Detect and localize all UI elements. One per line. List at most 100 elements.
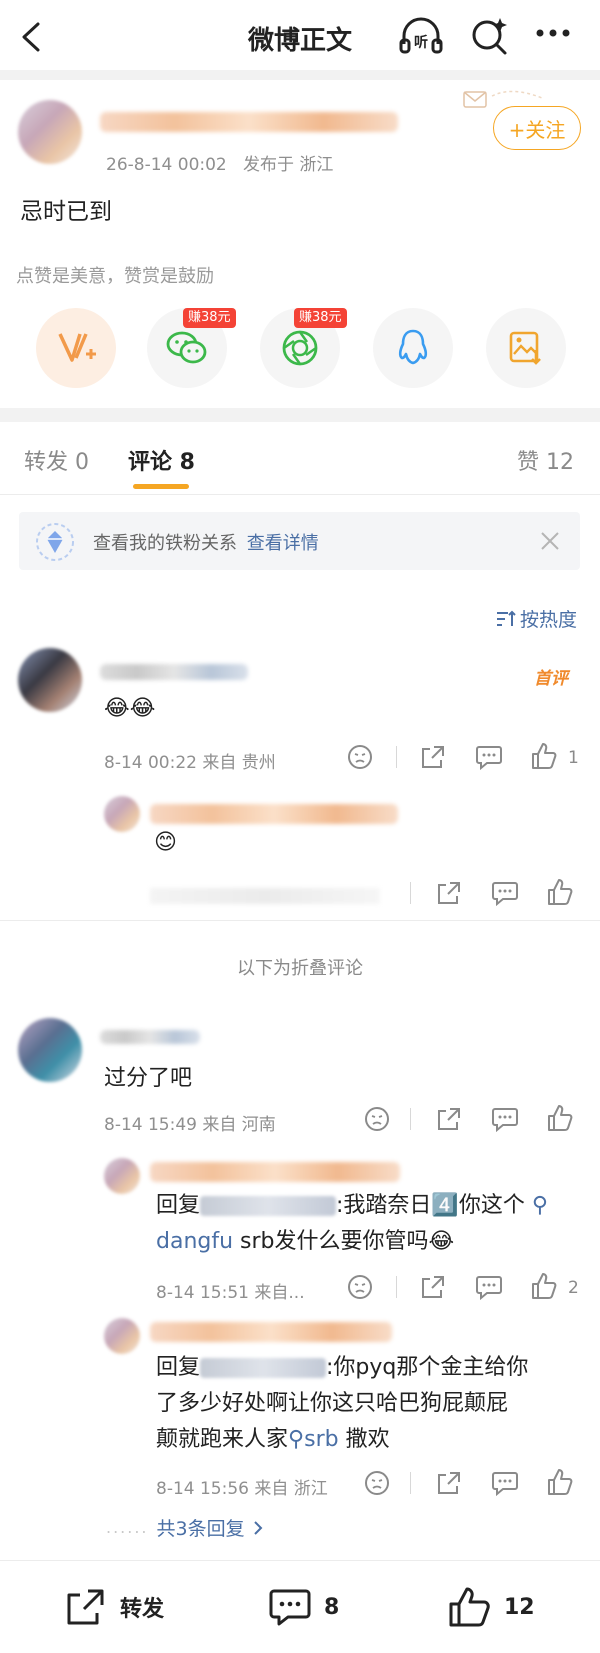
reply-bubble-icon[interactable] [491, 1106, 519, 1132]
section-divider [0, 408, 600, 422]
like-count: 1 [568, 748, 579, 768]
chevron-right-icon [253, 1520, 263, 1536]
like-thumb-icon[interactable] [547, 1468, 573, 1496]
author-avatar[interactable] [18, 100, 82, 164]
dislike-face-icon[interactable] [347, 1274, 373, 1300]
reply1-meta: 8-14 15:51 来自... [156, 1283, 305, 1303]
reply-text: 😊 [154, 830, 177, 855]
folded-commenter-avatar[interactable] [18, 1018, 82, 1082]
reply2-line2: 了多少好处啊让你这只哈巴狗屁颠屁 [156, 1391, 509, 1416]
reply2-line1-rest: :你pyq那个金主给你 [326, 1355, 529, 1380]
reply1-line2-rest: srb发什么要你管吗😂 [233, 1229, 455, 1254]
like-count-bottom: 12 [504, 1594, 535, 1620]
reply-avatar[interactable] [104, 796, 140, 832]
reply2-line3-post: 撒欢 [338, 1427, 390, 1452]
folded-comment-meta: 8-14 15:49 来自 河南 [104, 1115, 276, 1135]
first-comment-badge: 首评 [534, 669, 568, 689]
save-image-icon [508, 330, 544, 366]
moments-shutter-icon [281, 329, 319, 367]
reply1-avatar[interactable] [104, 1158, 140, 1194]
post-timestamp: 26-8-14 00:02 [106, 155, 227, 175]
tab-comments[interactable]: 评论 8 [128, 444, 195, 476]
repost-share-icon [64, 1587, 108, 1627]
tab-repost[interactable]: 转发 0 [24, 444, 89, 476]
search-sparkle-icon[interactable] [470, 16, 510, 56]
dislike-face-icon[interactable] [364, 1470, 390, 1496]
tab-likes[interactable]: 赞 12 [517, 444, 574, 476]
reply-name-blurred[interactable] [150, 804, 398, 824]
post-meta: 26-8-14 00:02 发布于 浙江 [106, 150, 333, 175]
tabs-divider [0, 494, 600, 495]
like-thumb-icon[interactable] [547, 1104, 573, 1132]
sort-by-hot-button[interactable]: 按热度 [496, 605, 577, 632]
like-thumb-icon [448, 1586, 492, 1628]
share-icon[interactable] [436, 1106, 462, 1132]
share-icon[interactable] [436, 1470, 462, 1496]
vplus-icon [56, 328, 98, 368]
like-thumb-icon[interactable] [531, 742, 557, 770]
comment-button[interactable]: 8 [268, 1585, 339, 1629]
folded-commenter-name-blurred[interactable] [100, 1030, 200, 1044]
comment-text: 😂😂 [104, 696, 156, 721]
post-content: 忌时已到 [20, 199, 112, 225]
dislike-face-icon[interactable] [347, 744, 373, 770]
reply1-like-count: 2 [568, 1278, 579, 1298]
qq-penguin-icon [397, 328, 429, 368]
share-vplus-button[interactable] [36, 308, 116, 388]
search-link-icon[interactable]: ⚲ [288, 1427, 304, 1452]
more-replies-dots: ...... [106, 1518, 149, 1537]
more-replies-row[interactable]: ...... 共3条回复 [106, 1514, 263, 1541]
author-name-blurred[interactable] [100, 112, 398, 132]
reply1-name-blurred[interactable] [150, 1162, 400, 1182]
earn-badge-moments: 赚38元 [294, 308, 347, 328]
repost-label: 转发 [120, 1597, 165, 1622]
action-separator [410, 1472, 411, 1494]
commenter-avatar[interactable] [18, 648, 82, 712]
iron-fan-banner[interactable]: 查看我的铁粉关系 查看详情 [19, 512, 580, 570]
reply-bubble-icon[interactable] [475, 744, 503, 770]
mention-blurred[interactable] [200, 1196, 337, 1216]
share-icon[interactable] [436, 880, 462, 906]
mention-blurred[interactable] [200, 1358, 327, 1378]
like-thumb-icon[interactable] [547, 878, 573, 906]
comment-count: 8 [324, 1594, 340, 1620]
close-icon[interactable] [540, 531, 560, 551]
share-save-image-button[interactable] [486, 308, 566, 388]
action-separator [396, 746, 397, 768]
share-qq-button[interactable] [373, 308, 453, 388]
reply2-line1: 回复:你pyq那个金主给你 [156, 1350, 586, 1386]
reply1-prefix: 回复 [156, 1193, 201, 1218]
banner-details-link[interactable]: 查看详情 [247, 533, 319, 554]
listen-headphones-icon[interactable]: 听 [398, 16, 444, 56]
dislike-face-icon[interactable] [364, 1106, 390, 1132]
folded-comment-text: 过分了吧 [104, 1066, 193, 1091]
like-thumb-icon[interactable] [531, 1272, 557, 1300]
reply2-text: 回复:你pyq那个金主给你 了多少好处啊让你这只哈巴狗屁颠屁 颠就跑来人家⚲sr… [156, 1350, 586, 1458]
commenter-name-blurred[interactable] [100, 664, 248, 680]
action-separator [410, 882, 411, 904]
reply-bubble-icon[interactable] [491, 1470, 519, 1496]
more-replies-link[interactable]: 共3条回复 [157, 1514, 245, 1541]
reward-hint: 点赞是美意，赞赏是鼓励 [16, 266, 214, 287]
diamond-badge-icon [35, 522, 75, 562]
share-icon[interactable] [420, 744, 446, 770]
reply2-search-link[interactable]: srb [304, 1427, 338, 1452]
reply1-text: 回复:我踏奈日4️⃣你这个 ⚲ dangfu srb发什么要你管吗😂 [156, 1188, 586, 1260]
share-icon[interactable] [420, 1274, 446, 1300]
more-dots-icon[interactable] [535, 26, 575, 40]
earn-badge-wechat: 赚38元 [183, 308, 236, 328]
reply2-name-blurred[interactable] [150, 1322, 392, 1342]
reply2-meta: 8-14 15:56 来自 浙江 [156, 1479, 328, 1499]
reply1-line1: 回复:我踏奈日4️⃣你这个 ⚲ [156, 1188, 586, 1224]
reply-bubble-icon[interactable] [491, 880, 519, 906]
reply-meta-blurred [150, 888, 380, 904]
follow-button[interactable]: +关注 [493, 106, 581, 150]
like-button[interactable]: 12 [448, 1585, 535, 1629]
comment-meta: 8-14 00:22 来自 贵州 [104, 753, 276, 773]
reply-bubble-icon[interactable] [475, 1274, 503, 1300]
reply2-line3: 颠就跑来人家⚲srb 撒欢 [156, 1422, 586, 1458]
reply1-search-link[interactable]: dangfu [156, 1229, 233, 1254]
reply2-avatar[interactable] [104, 1318, 140, 1354]
repost-button[interactable]: 转发 [64, 1585, 164, 1629]
search-link-icon[interactable]: ⚲ [525, 1193, 548, 1218]
